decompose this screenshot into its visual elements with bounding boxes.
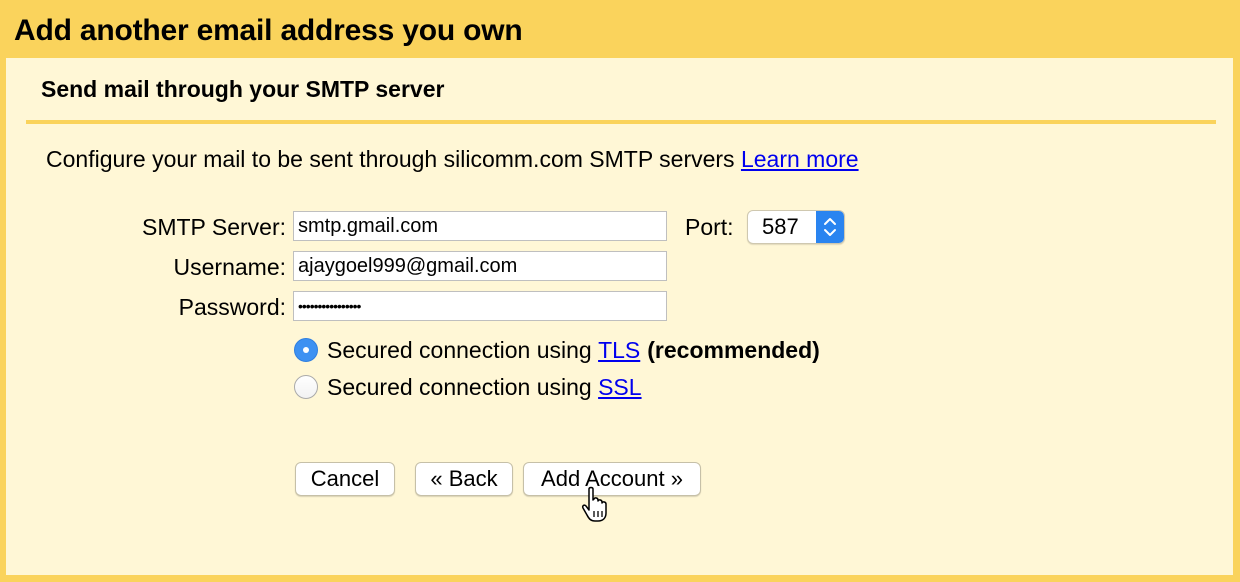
ssl-option-text: Secured connection using: [327, 374, 592, 400]
port-label: Port:: [685, 214, 734, 240]
ssl-option[interactable]: Secured connection using SSL: [294, 372, 642, 402]
password-input[interactable]: [293, 291, 667, 321]
ssl-link[interactable]: SSL: [598, 372, 641, 402]
intro-description: Configure your mail to be sent through s…: [46, 146, 741, 172]
section-divider: [26, 120, 1216, 124]
dialog-panel: Send mail through your SMTP server Confi…: [6, 58, 1233, 575]
port-select[interactable]: 587: [747, 210, 845, 244]
username-input[interactable]: [293, 251, 667, 281]
intro-text: Configure your mail to be sent through s…: [46, 144, 859, 174]
back-button[interactable]: « Back: [415, 462, 513, 496]
tls-option-text: Secured connection using: [327, 337, 592, 363]
up-down-chevron-icon: [816, 211, 844, 243]
tls-radio-selected[interactable]: [294, 338, 318, 362]
recommended-note: (recommended): [647, 337, 820, 363]
add-account-button[interactable]: Add Account »: [523, 462, 701, 496]
password-label: Password:: [178, 294, 286, 320]
learn-more-link[interactable]: Learn more: [741, 146, 859, 172]
ssl-radio[interactable]: [294, 375, 318, 399]
smtp-server-input[interactable]: [293, 211, 667, 241]
password-row: Password:: [86, 290, 286, 324]
tls-link[interactable]: TLS: [598, 335, 640, 365]
cancel-button[interactable]: Cancel: [295, 462, 395, 496]
smtp-server-row: SMTP Server:: [86, 210, 286, 244]
smtp-server-label: SMTP Server:: [142, 214, 286, 240]
dialog-title: Add another email address you own: [14, 14, 523, 47]
username-label: Username:: [173, 254, 286, 280]
username-row: Username:: [86, 250, 286, 284]
section-subtitle: Send mail through your SMTP server: [41, 76, 445, 102]
port-value: 587: [762, 214, 799, 239]
tls-option[interactable]: Secured connection using TLS (recommende…: [294, 335, 820, 365]
